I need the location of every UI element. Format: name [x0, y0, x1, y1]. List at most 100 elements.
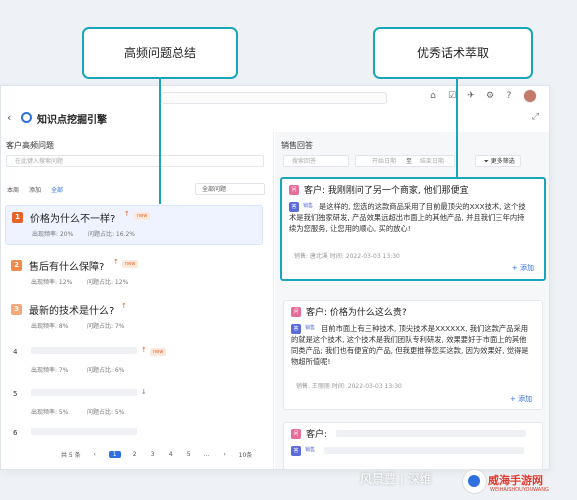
answer-meta: 销售: 王丽丽 时间: 2022-03-03 13:30	[296, 383, 402, 390]
rank-badge: 3	[11, 304, 22, 315]
answer-text: 是这样的, 您选的这款商品采用了目前最顶尖的XXX技术, 这个技术是我们独家研发…	[289, 202, 526, 233]
page-button[interactable]: 4	[167, 451, 175, 458]
expand-icon[interactable]: ⤢	[532, 112, 539, 122]
watermark-brand: 威海手游网	[488, 474, 543, 487]
help-icon[interactable]: ?	[504, 91, 514, 101]
new-badge: new	[150, 348, 167, 356]
question-filters: 本周 添加 全部	[7, 185, 63, 194]
filter-week[interactable]: 本周	[7, 185, 19, 194]
question-item[interactable]: 4 ↑ new 出现频率: 7% 问题占比: 6%	[5, 342, 263, 382]
ratio-text: 问题占比: 16.2%	[88, 231, 135, 238]
watermark-logo-icon	[462, 469, 487, 494]
page-button[interactable]: 2	[131, 451, 139, 458]
answer-placeholder	[324, 447, 524, 454]
plane-icon[interactable]: ✈	[466, 91, 476, 101]
filter-all[interactable]: 全部	[51, 185, 63, 194]
frequent-questions-panel: 客户高频问题 在此键入搜索问题 本周 添加 全部 全部问题 1 价格为什么不一样…	[1, 132, 274, 469]
app-window: ⌂ ☑ ✈ ⚙ ? ‹ 知识点挖掘引擎 ⤢ 客户高频问题 在此键入搜索问题 本周…	[0, 85, 550, 470]
new-badge: new	[122, 260, 139, 268]
rank-badge: 2	[11, 260, 22, 271]
page-header: ‹ 知识点挖掘引擎 ⤢	[1, 106, 549, 130]
question-placeholder	[336, 430, 526, 437]
question-item[interactable]: 6	[5, 423, 263, 443]
callout-excellent-scripts: 优秀话术萃取	[373, 27, 533, 79]
answer-search-input[interactable]: 搜索回答	[283, 155, 349, 167]
add-button[interactable]: + 添加	[510, 394, 532, 404]
answer-card[interactable]: 问 客户: 答 销售	[283, 422, 543, 470]
page-button[interactable]: 1	[108, 451, 121, 458]
app-logo-icon	[21, 112, 32, 123]
more-filter-label: 更多筛选	[490, 158, 515, 165]
back-button[interactable]: ‹	[7, 111, 11, 124]
page-size-select[interactable]: 10条	[239, 450, 253, 459]
top-toolbar: ⌂ ☑ ✈ ⚙ ?	[1, 86, 549, 104]
trend-up-icon: ↑	[124, 210, 130, 218]
settings-icon[interactable]: ⚙	[485, 91, 495, 101]
add-button[interactable]: + 添加	[512, 263, 534, 273]
avatar[interactable]	[523, 89, 537, 103]
page-prev-button[interactable]: ‹	[91, 451, 99, 458]
callout-frequent-questions: 高频问题总结	[82, 27, 238, 79]
filter-icon: ⏷	[484, 158, 491, 165]
trend-down-icon: ↓	[141, 388, 147, 396]
pagination-total: 共 5 条	[61, 452, 81, 459]
new-badge: new	[134, 212, 151, 220]
question-badge: 问	[291, 429, 301, 439]
rank-number: 5	[13, 390, 18, 398]
page-button[interactable]: 3	[149, 451, 157, 458]
more-filter-button[interactable]: ⏷ 更多筛选	[475, 155, 521, 167]
question-title-placeholder	[31, 347, 137, 354]
callout-connector-right	[456, 79, 458, 178]
pagination: 共 5 条 ‹ 1 2 3 4 5 … › 10条	[61, 450, 252, 459]
watermark-text: 风景豊 | 深维	[360, 472, 432, 486]
global-search-input[interactable]	[161, 92, 387, 104]
rank-number: 6	[13, 429, 18, 437]
page-ellipsis: …	[203, 451, 210, 458]
question-search-input[interactable]: 在此键入搜索问题	[6, 155, 264, 167]
rank-badge: 1	[12, 212, 23, 223]
customer-question: 客户: 价格为什么这么贵?	[306, 308, 407, 318]
panel-title: 客户高频问题	[6, 141, 54, 150]
toolbar-icons: ⌂ ☑ ✈ ⚙ ?	[428, 89, 537, 103]
sales-tag: 销售	[305, 447, 316, 453]
answer-meta: 销售: 唐北溪 时间: 2022-03-03 13:30	[294, 253, 400, 260]
frequency-text: 出现频率: 5%	[31, 409, 69, 416]
page-next-button[interactable]: ›	[221, 451, 229, 458]
sales-badge: 答	[291, 446, 301, 456]
question-title: 价格为什么不一样?	[30, 214, 116, 225]
answer-text: 目前市面上有三种技术, 顶尖技术是XXXXXX, 我们这款产品采用的就是这个技术…	[291, 324, 529, 366]
ratio-text: 问题占比: 5%	[87, 409, 125, 416]
question-item[interactable]: 1 价格为什么不一样? ↑ new 出现频率: 20% 问题占比: 16.2%	[5, 205, 263, 245]
page-button[interactable]: 5	[185, 451, 193, 458]
question-badge: 问	[289, 185, 299, 195]
ratio-text: 问题占比: 12%	[87, 279, 129, 286]
answer-card[interactable]: 问 客户: 我刚刚问了另一个商家, 他们那便宜 答 销售 是这样的, 您选的这款…	[280, 177, 546, 281]
date-range-picker[interactable]: 开始日期 至 结束日期	[355, 155, 455, 167]
bell-icon[interactable]: ⌂	[428, 91, 438, 101]
sales-answers-panel: 销售回答 搜索回答 开始日期 至 结束日期 ⏷ 更多筛选 问 客户: 我刚刚问了…	[275, 132, 549, 470]
frequency-text: 出现频率: 8%	[31, 323, 69, 330]
answer-card[interactable]: 问 客户: 价格为什么这么贵? 答 销售 目前市面上有三种技术, 顶尖技术是XX…	[283, 300, 543, 410]
ratio-text: 问题占比: 7%	[87, 323, 125, 330]
date-separator: 至	[405, 158, 412, 165]
page-title: 知识点挖掘引擎	[37, 115, 107, 126]
ratio-text: 问题占比: 6%	[87, 367, 125, 374]
question-item[interactable]: 2 售后有什么保障? ↑ new 出现频率: 12% 问题占比: 12%	[5, 254, 263, 294]
panel-title: 销售回答	[281, 141, 313, 150]
callout-connector-left	[159, 79, 161, 204]
customer-question: 客户: 我刚刚问了另一个商家, 他们那便宜	[304, 186, 469, 196]
date-start: 开始日期	[372, 158, 397, 165]
question-badge: 问	[291, 307, 301, 317]
question-type-select[interactable]: 全部问题	[195, 183, 265, 195]
question-item[interactable]: 5 ↓ 出现频率: 5% 问题占比: 5%	[5, 384, 263, 424]
frequency-text: 出现频率: 12%	[31, 279, 73, 286]
date-end: 结束日期	[419, 158, 444, 165]
frequency-text: 出现频率: 7%	[31, 367, 69, 374]
question-title-placeholder	[31, 428, 137, 435]
trend-up-icon: ↑	[113, 258, 119, 266]
frequency-text: 出现频率: 20%	[32, 231, 74, 238]
customer-question: 客户:	[306, 430, 328, 440]
filter-added[interactable]: 添加	[29, 185, 41, 194]
rank-number: 4	[13, 348, 18, 356]
question-item[interactable]: 3 最新的技术是什么? ↑ 出现频率: 8% 问题占比: 7%	[5, 298, 263, 338]
